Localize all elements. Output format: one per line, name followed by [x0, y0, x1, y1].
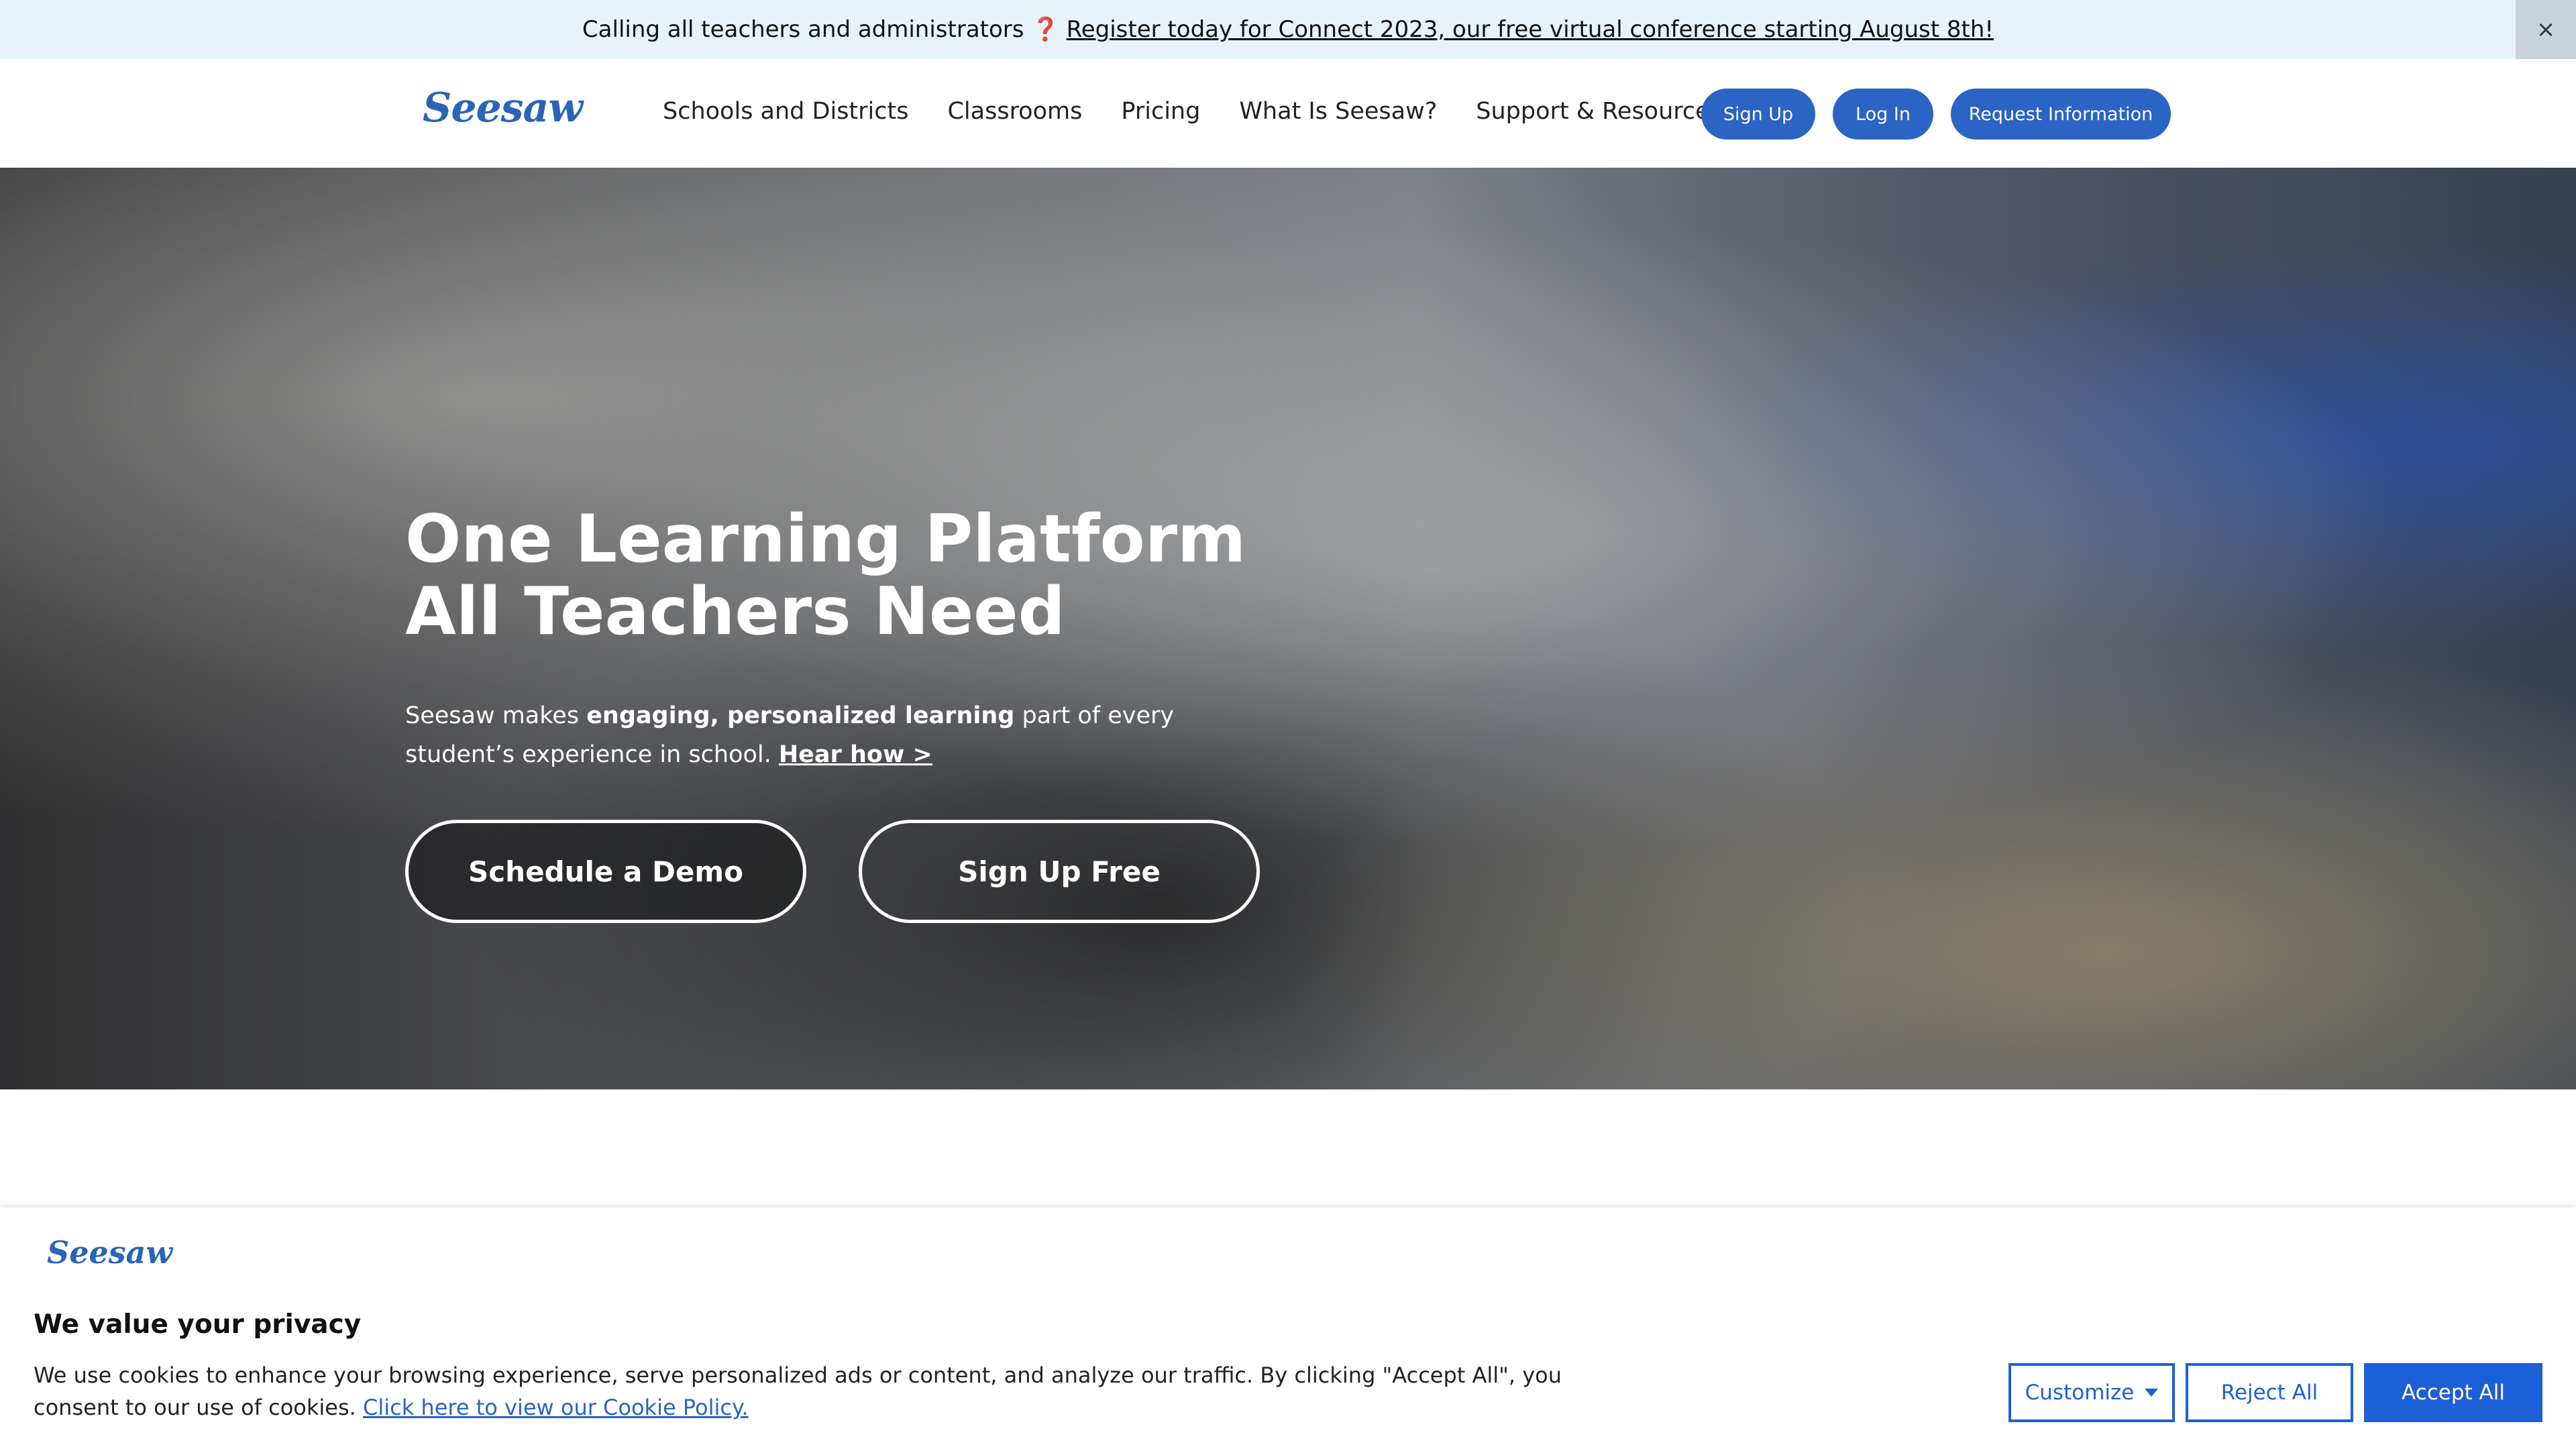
announcement-text: Calling all teachers and administrators …: [582, 16, 1060, 43]
cookie-message: We use cookies to enhance your browsing …: [34, 1359, 1644, 1424]
announcement-link[interactable]: Register today for Connect 2023, our fre…: [1067, 16, 1994, 43]
reject-all-button[interactable]: Reject All: [2186, 1363, 2353, 1422]
accept-all-button[interactable]: Accept All: [2364, 1363, 2542, 1422]
cookie-policy-link[interactable]: Click here to view our Cookie Policy.: [363, 1395, 748, 1420]
nav-support-resources[interactable]: Support & Resources: [1476, 98, 1722, 125]
cookie-logo: Seesaw: [47, 1234, 173, 1271]
request-information-button[interactable]: Request Information: [1951, 89, 2171, 140]
hero-overlay: [0, 168, 2576, 1089]
close-icon[interactable]: ×: [2516, 0, 2576, 59]
customize-button[interactable]: Customize: [2008, 1363, 2175, 1422]
seesaw-logo[interactable]: Seesaw: [423, 85, 583, 131]
hear-how-link[interactable]: Hear how >: [779, 741, 932, 768]
cookie-message-text: We use cookies to enhance your browsing …: [34, 1362, 1562, 1420]
main-nav: Schools and Districts Classrooms Pricing…: [663, 98, 1722, 125]
customize-label: Customize: [2025, 1381, 2135, 1405]
announcement-bar: Calling all teachers and administrators …: [0, 0, 2576, 59]
sign-up-free-button[interactable]: Sign Up Free: [859, 820, 1260, 923]
hero-title: One Learning Platform All Teachers Need: [405, 501, 1246, 650]
hero-subtitle-bold: engaging, personalized learning: [586, 702, 1015, 729]
cookie-banner: Seesaw We value your privacy We use cook…: [0, 1208, 2576, 1449]
schedule-demo-button[interactable]: Schedule a Demo: [405, 820, 806, 923]
site-header: Seesaw Schools and Districts Classrooms …: [0, 59, 2576, 168]
hero-section: One Learning Platform All Teachers Need …: [0, 168, 2576, 1089]
nav-what-is-seesaw[interactable]: What Is Seesaw?: [1239, 98, 1437, 125]
log-in-button[interactable]: Log In: [1833, 89, 1933, 140]
cookie-title: We value your privacy: [34, 1309, 362, 1340]
caret-down-icon: [2145, 1389, 2159, 1397]
nav-classrooms[interactable]: Classrooms: [947, 98, 1082, 125]
nav-schools-and-districts[interactable]: Schools and Districts: [663, 98, 908, 125]
nav-pricing[interactable]: Pricing: [1121, 98, 1200, 125]
hero-subtitle-text: Seesaw makes: [405, 702, 587, 729]
sign-up-button[interactable]: Sign Up: [1701, 89, 1815, 140]
hero-subtitle: Seesaw makes engaging, personalized lear…: [405, 696, 1277, 774]
